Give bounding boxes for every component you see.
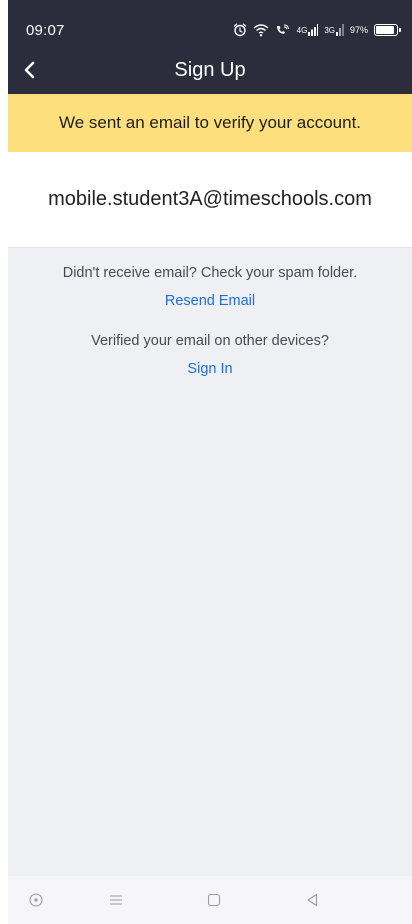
top-nav-bar: Sign Up <box>8 48 412 94</box>
menu-icon[interactable] <box>106 890 126 910</box>
back-icon[interactable] <box>302 890 322 910</box>
resend-email-link[interactable]: Resend Email <box>165 293 255 309</box>
signal-3g-label: 3G <box>324 25 335 35</box>
alarm-icon <box>233 23 247 37</box>
signin-link-row: Sign In <box>8 360 412 378</box>
battery-percent: 97% <box>349 24 368 35</box>
banner-text: We sent an email to verify your account. <box>58 113 362 132</box>
signal-3g-icon: 3G <box>324 23 344 37</box>
battery-icon <box>374 24 401 36</box>
wifi-calling-icon <box>275 23 291 37</box>
verification-banner: We sent an email to verify your account. <box>8 94 412 152</box>
signin-prompt: Verified your email on other devices? <box>91 333 329 349</box>
battery-fill <box>376 26 394 34</box>
status-time: 09:07 <box>26 22 65 39</box>
status-bar: 09:07 4G 3G 97% <box>8 0 412 48</box>
status-icons: 4G 3G 97% <box>233 23 401 37</box>
signal-4g-icon: 4G <box>297 23 319 37</box>
system-nav-bar <box>8 876 412 924</box>
resend-email-link-row: Resend Email <box>8 292 412 310</box>
sign-in-link[interactable]: Sign In <box>187 361 232 377</box>
home-icon[interactable] <box>204 890 224 910</box>
email-card: mobile.student3A@timeschools.com <box>8 152 412 248</box>
wifi-icon <box>253 23 269 37</box>
phone-screen: 09:07 4G 3G 97% Sign Up We sent an email… <box>8 0 412 924</box>
email-address: mobile.student3A@timeschools.com <box>48 188 372 210</box>
accessibility-icon[interactable] <box>26 890 46 910</box>
page-title: Sign Up <box>174 59 246 81</box>
resend-prompt: Didn't receive email? Check your spam fo… <box>62 265 358 281</box>
signal-4g-label: 4G <box>296 25 308 35</box>
